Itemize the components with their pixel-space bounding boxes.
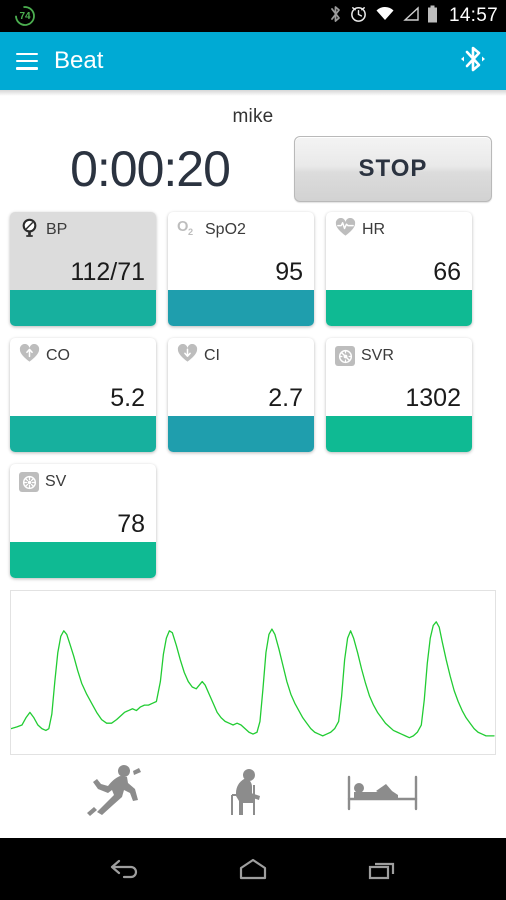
status-bar-left: 74 xyxy=(8,5,36,27)
metric-value: 78 xyxy=(117,510,145,538)
running-person-icon[interactable] xyxy=(84,763,146,817)
metric-card-body: SV 78 xyxy=(10,464,156,542)
metric-label: SVR xyxy=(361,347,394,364)
metric-card-body: CI 2.7 xyxy=(168,338,314,416)
main-content: mike 0:00:20 STOP BP 112/71 O 2 SpO2 95 … xyxy=(0,90,506,900)
metric-card-body: SVR 1302 xyxy=(326,338,472,416)
app-root: 74 14:57 Beat mike 0:00:20 STOP BP 112/7… xyxy=(0,0,506,900)
timer-row: 0:00:20 STOP xyxy=(0,128,506,204)
metric-card-spo2[interactable]: O 2 SpO2 95 xyxy=(168,212,314,326)
metric-value: 112/71 xyxy=(70,258,145,286)
metric-card-sv[interactable]: SV 78 xyxy=(10,464,156,578)
metric-label: BP xyxy=(46,221,68,238)
svg-text:2: 2 xyxy=(188,227,193,237)
metric-card-svr[interactable]: SVR 1302 xyxy=(326,338,472,452)
metric-card-row: CO 5.2 CI 2.7 SVR 1302 xyxy=(10,338,496,452)
metric-card-head: HR xyxy=(335,217,463,243)
metric-value: 5.2 xyxy=(110,384,145,412)
bluetooth-icon xyxy=(329,4,342,29)
android-status-bar: 74 14:57 xyxy=(0,0,506,32)
hamburger-menu-icon[interactable] xyxy=(16,52,38,70)
metric-value: 66 xyxy=(433,258,461,286)
metric-card-head: O 2 SpO2 xyxy=(177,219,305,241)
metric-bar xyxy=(10,416,156,452)
metric-label: SV xyxy=(45,473,67,490)
metric-card-head: SV xyxy=(19,471,147,493)
metric-card-body: O 2 SpO2 95 xyxy=(168,212,314,290)
app-title: Beat xyxy=(54,47,104,74)
oxygen-icon: O 2 xyxy=(177,217,199,243)
metric-card-head: CI xyxy=(177,343,305,369)
metric-bar xyxy=(10,290,156,326)
battery-icon xyxy=(427,5,438,28)
metric-card-head: CO xyxy=(19,343,147,369)
lying-person-bed-icon[interactable] xyxy=(346,765,422,815)
status-bar-right: 14:57 xyxy=(329,4,498,29)
battery-percent-value: 74 xyxy=(19,10,31,22)
app-bar: Beat xyxy=(0,32,506,90)
patient-name: mike xyxy=(232,106,274,127)
metric-card-body: BP 112/71 xyxy=(10,212,156,290)
wifi-icon xyxy=(375,6,395,27)
heart-down-icon xyxy=(177,343,198,369)
elapsed-timer: 0:00:20 xyxy=(70,141,231,197)
heart-pulse-icon xyxy=(335,217,356,243)
metric-card-body: HR 66 xyxy=(326,212,472,290)
metric-card-hr[interactable]: HR 66 xyxy=(326,212,472,326)
metric-card-bp[interactable]: BP 112/71 xyxy=(10,212,156,326)
metric-label: CI xyxy=(204,347,220,364)
back-icon[interactable] xyxy=(94,849,154,889)
recents-icon[interactable] xyxy=(352,849,412,889)
battery-percent-icon: 74 xyxy=(14,5,36,27)
posture-selector xyxy=(0,755,506,821)
metric-bar xyxy=(168,416,314,452)
stop-button[interactable]: STOP xyxy=(294,136,492,202)
turbine-icon xyxy=(19,472,39,492)
pulse-waveform-chart xyxy=(10,590,496,755)
metric-card-head: BP xyxy=(19,217,147,243)
signal-icon xyxy=(402,5,420,27)
metric-card-ci[interactable]: CI 2.7 xyxy=(168,338,314,452)
resistance-icon xyxy=(335,346,355,366)
metric-card-co[interactable]: CO 5.2 xyxy=(10,338,156,452)
home-icon[interactable] xyxy=(223,849,283,889)
metric-bar xyxy=(326,290,472,326)
metric-bar xyxy=(10,542,156,578)
metric-cards: BP 112/71 O 2 SpO2 95 HR 66 CO 5.2 CI 2.… xyxy=(0,204,506,578)
svg-text:O: O xyxy=(177,219,188,235)
sitting-person-icon[interactable] xyxy=(218,763,274,817)
metric-card-row: SV 78 xyxy=(10,464,496,578)
metric-card-row: BP 112/71 O 2 SpO2 95 HR 66 xyxy=(10,212,496,326)
metric-value: 2.7 xyxy=(268,384,303,412)
metric-value: 1302 xyxy=(405,384,461,412)
gauge-icon xyxy=(19,217,40,243)
metric-card-head: SVR xyxy=(335,345,463,367)
alarm-icon xyxy=(349,4,368,28)
metric-bar xyxy=(326,416,472,452)
metric-value: 95 xyxy=(275,258,303,286)
heart-up-icon xyxy=(19,343,40,369)
status-bar-clock: 14:57 xyxy=(448,5,498,26)
metric-label: SpO2 xyxy=(205,221,246,238)
bluetooth-connected-icon[interactable] xyxy=(456,42,490,81)
metric-label: CO xyxy=(46,347,70,364)
metric-bar xyxy=(168,290,314,326)
android-nav-bar xyxy=(0,838,506,900)
metric-label: HR xyxy=(362,221,386,238)
metric-card-body: CO 5.2 xyxy=(10,338,156,416)
waveform-trace xyxy=(11,622,494,738)
